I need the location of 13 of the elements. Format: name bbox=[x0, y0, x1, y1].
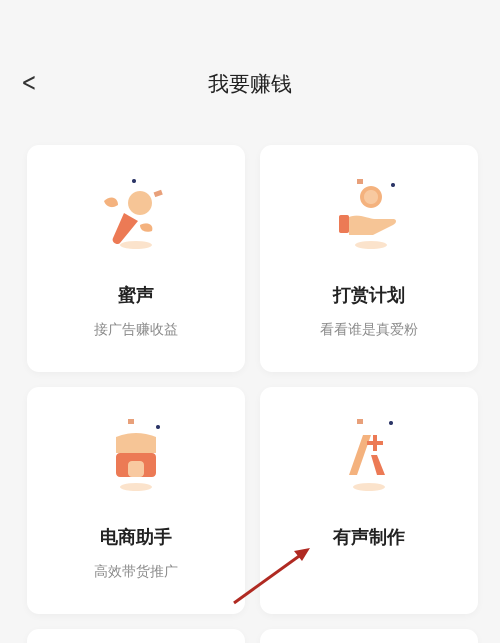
card-subtitle: 看看谁是真爱粉 bbox=[320, 321, 418, 339]
feature-card[interactable]: 蜜声 接广告赚收益 bbox=[27, 145, 245, 372]
card-title: 有声制作 bbox=[333, 526, 405, 549]
card-title: 电商助手 bbox=[100, 526, 172, 549]
back-button[interactable]: < bbox=[17, 68, 41, 98]
feature-card[interactable]: 电商助手 高效带货推广 bbox=[27, 387, 245, 614]
card-title: 打赏计划 bbox=[333, 284, 405, 307]
feature-card[interactable]: 有声制作 bbox=[260, 387, 478, 614]
card-title: 蜜声 bbox=[118, 284, 154, 307]
card-subtitle: 高效带货推广 bbox=[94, 563, 178, 581]
feature-card[interactable]: 打赏计划 看看谁是真爱粉 bbox=[260, 145, 478, 372]
page-title: 我要赚钱 bbox=[208, 71, 292, 98]
card-subtitle: 接广告赚收益 bbox=[94, 321, 178, 339]
